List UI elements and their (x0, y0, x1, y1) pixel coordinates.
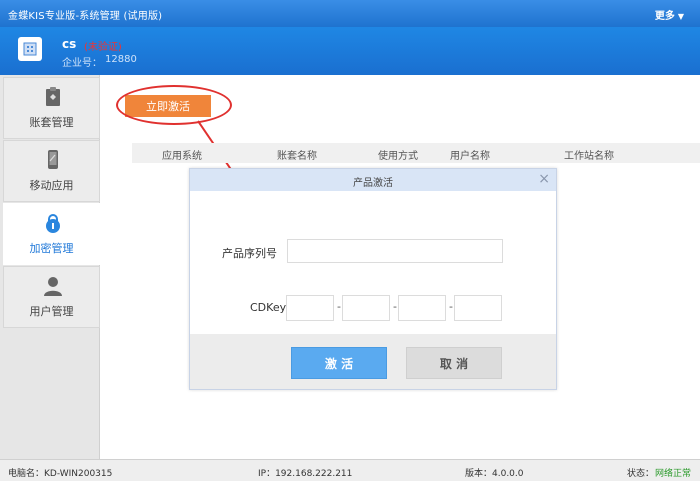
sidebar-item-encryption[interactable]: 加密管理 (3, 203, 100, 265)
serial-number-label: 产品序列号 (222, 247, 277, 260)
company-logo (18, 37, 42, 61)
sidebar-item-mobile-apps[interactable]: 移动应用 (3, 140, 100, 202)
cancel-button[interactable]: 取 消 (406, 347, 502, 379)
mobile-icon (48, 150, 58, 169)
table-header: 应用系统 账套名称 使用方式 用户名称 工作站名称 (132, 143, 700, 163)
column-header: 使用方式 (378, 151, 418, 162)
sidebar: 账套管理 移动应用 加密管理 用户管理 (0, 75, 100, 459)
dialog-body: 产品序列号 CDKey - - - (190, 191, 556, 334)
org-name: cs (62, 37, 77, 51)
version: 版本：4.0.0.0 (465, 469, 524, 479)
dialog-footer: 激 活 取 消 (190, 334, 556, 389)
dialog-header: 产品激活 × (190, 169, 556, 191)
cdkey-separator: - (337, 300, 341, 313)
column-header: 账套名称 (277, 151, 317, 162)
verification-badge[interactable]: (未验证) (84, 38, 122, 53)
building-icon (23, 42, 37, 56)
sidebar-item-label: 移动应用 (29, 179, 74, 192)
close-icon[interactable]: × (538, 171, 550, 187)
sidebar-item-user-management[interactable]: 用户管理 (3, 266, 100, 328)
sidebar-item-label: 加密管理 (29, 242, 74, 255)
status-bar: 电脑名：KD-WIN200315 IP：192.168.222.211 版本：4… (0, 459, 700, 481)
window-title: 金蝶KIS专业版-系统管理 (试用版) (8, 11, 163, 22)
cdkey-input-2[interactable] (342, 295, 390, 321)
cdkey-separator: - (393, 300, 397, 313)
status-label: 状态： (627, 469, 655, 479)
org-id: 12880 (105, 54, 137, 65)
serial-number-input[interactable] (287, 239, 503, 263)
sidebar-item-account-sets[interactable]: 账套管理 (3, 77, 100, 139)
cdkey-label: CDKey (250, 301, 287, 314)
computer-name: 电脑名：KD-WIN200315 (8, 469, 113, 479)
ip-address: IP：192.168.222.211 (258, 469, 353, 479)
column-header: 用户名称 (450, 151, 490, 162)
activate-button[interactable]: 激 活 (291, 347, 387, 379)
org-header: cs (未验证) 企业号： 12880 (0, 27, 700, 75)
dialog-title: 产品激活 (353, 178, 393, 189)
more-menu[interactable]: 更多 ▼ (655, 7, 684, 22)
column-header: 应用系统 (162, 151, 202, 162)
clipboard-icon (46, 87, 60, 106)
lock-icon (46, 214, 60, 233)
title-bar: 金蝶KIS专业版-系统管理 (试用版) 更多 ▼ (0, 0, 700, 27)
more-label: 更多 (654, 11, 675, 22)
cdkey-input-1[interactable] (286, 295, 334, 321)
org-id-label: 企业号： (62, 58, 102, 69)
cdkey-separator: - (449, 300, 453, 313)
product-activation-dialog: 产品激活 × 产品序列号 CDKey - - - 激 活 取 消 (189, 168, 557, 390)
user-icon (44, 277, 62, 296)
column-header: 工作站名称 (564, 151, 614, 162)
sidebar-item-label: 用户管理 (29, 305, 74, 318)
sidebar-item-label: 账套管理 (29, 116, 74, 129)
caret-down-icon: ▼ (677, 12, 684, 21)
network-status: 网络正常 (655, 469, 692, 479)
cdkey-input-4[interactable] (454, 295, 502, 321)
cdkey-input-3[interactable] (398, 295, 446, 321)
